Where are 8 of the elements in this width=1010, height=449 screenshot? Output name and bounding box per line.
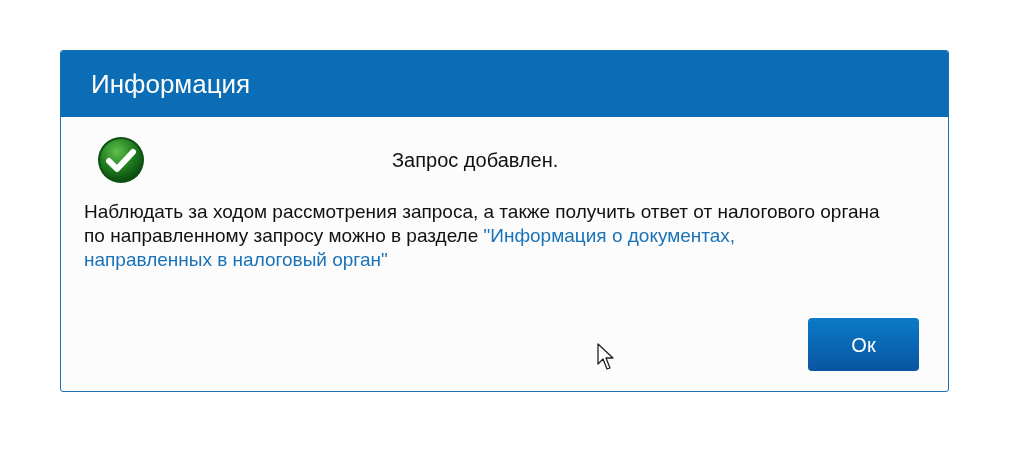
documents-link[interactable]: направленных в налоговый орган"	[84, 249, 388, 270]
checkmark-icon	[97, 136, 145, 184]
status-message: Запрос добавлен.	[392, 148, 559, 173]
dialog-title: Информация	[91, 67, 251, 101]
cursor-icon	[597, 343, 615, 371]
ok-button[interactable]: Ок	[808, 318, 919, 371]
info-text: Наблюдать за ходом рассмотрения запроса, а также получить ответ от налогового органа по направленному запросу можно в разделе "Информация о документах, направленных в налоговый орган"	[83, 200, 881, 272]
documents-link[interactable]: "Информация о документах,	[483, 225, 736, 246]
